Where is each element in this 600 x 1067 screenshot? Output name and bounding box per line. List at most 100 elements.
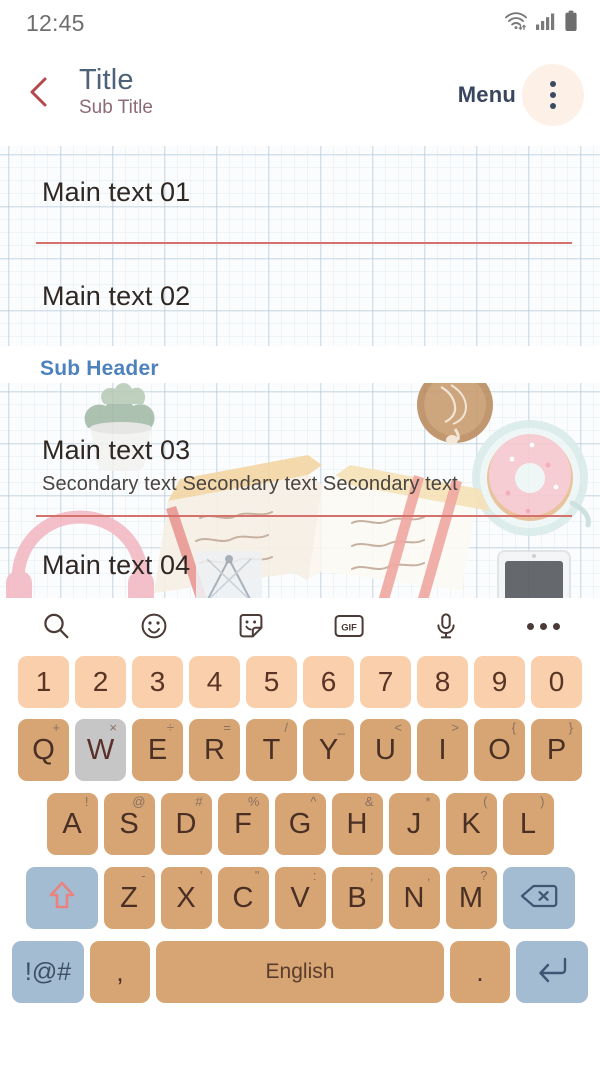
key-sup: × xyxy=(109,720,117,735)
gif-icon[interactable]: GIF xyxy=(327,604,371,648)
key-v[interactable]: :V xyxy=(274,867,326,929)
key-sup: + xyxy=(52,720,60,735)
keyboard: GIF 1 2 3 4 5 6 7 8 9 0 + Q × W ÷ E = R … xyxy=(0,598,600,1067)
key-r[interactable]: = R xyxy=(189,719,240,781)
backspace-key[interactable] xyxy=(502,867,575,929)
list-item[interactable]: Main text 01 xyxy=(42,177,190,208)
key-label: O xyxy=(488,733,511,766)
key-h[interactable]: & H xyxy=(331,793,383,855)
key-label: V xyxy=(290,881,310,914)
key-q[interactable]: + Q xyxy=(18,719,69,781)
shift-icon xyxy=(46,879,78,918)
key-i[interactable]: > I xyxy=(417,719,468,781)
key-number[interactable]: 2 xyxy=(75,656,126,708)
key-number[interactable]: 6 xyxy=(303,656,354,708)
battery-icon xyxy=(564,10,578,37)
key-label: F xyxy=(234,807,252,840)
space-key[interactable]: English xyxy=(156,941,444,1003)
key-o[interactable]: {O xyxy=(474,719,525,781)
symbols-key[interactable]: !@# xyxy=(12,941,84,1003)
key-label: P xyxy=(546,733,567,766)
key-number[interactable]: 5 xyxy=(246,656,297,708)
phone-screen: 12: 45 Title Sub Title Menu Main text 01 … xyxy=(0,0,600,1067)
key-number[interactable]: 0 xyxy=(531,656,582,708)
menu-button[interactable]: Menu xyxy=(458,82,516,108)
emoji-icon[interactable] xyxy=(132,604,176,648)
key-t[interactable]: / T xyxy=(246,719,297,781)
search-icon[interactable] xyxy=(34,604,78,648)
key-label: G xyxy=(288,807,312,840)
status-time: 12:45 xyxy=(26,9,85,36)
overflow-menu-button[interactable] xyxy=(522,64,584,126)
list-item[interactable]: Main text 04 xyxy=(42,550,190,581)
key-x[interactable]: ' X xyxy=(160,867,212,929)
key-sup: ) xyxy=(540,794,545,809)
comma-key[interactable]: , xyxy=(90,941,150,1003)
page-subtitle: Sub Title xyxy=(79,97,153,119)
key-label: Q xyxy=(32,733,55,766)
key-g[interactable]: ^ G xyxy=(274,793,326,855)
key-f[interactable]: % F xyxy=(217,793,269,855)
shift-key[interactable] xyxy=(25,867,98,929)
key-z[interactable]: -Z xyxy=(103,867,155,929)
key-n[interactable]: ,N xyxy=(388,867,440,929)
key-sup: ( xyxy=(483,794,488,809)
key-sup: = xyxy=(223,720,231,735)
key-a[interactable]: ! A xyxy=(46,793,98,855)
sticker-icon[interactable] xyxy=(229,604,273,648)
key-label: K xyxy=(461,807,481,840)
list-item[interactable]: Main text 03 xyxy=(42,435,190,466)
key-number[interactable]: 1 xyxy=(18,656,69,708)
status-bar: 12:45 xyxy=(0,0,600,46)
key-l[interactable]: ) L xyxy=(502,793,554,855)
key-p[interactable]: } P xyxy=(531,719,582,781)
key-b[interactable]: ; B xyxy=(331,867,383,929)
key-number[interactable]: 3 xyxy=(132,656,183,708)
keyboard-row-2: ! A @ S # D % F ^ G & H * J (K ) L xyxy=(0,793,600,855)
key-number[interactable]: 8 xyxy=(417,656,468,708)
microphone-icon[interactable] xyxy=(424,604,468,648)
key-number[interactable]: 4 xyxy=(189,656,240,708)
list-section-2: Main text 03 Secondary text Secondary te… xyxy=(0,367,600,598)
cellular-signal-icon xyxy=(535,11,557,36)
keyboard-row-1: + Q × W ÷ E = R / T _ Y < U > I {O } P xyxy=(0,719,600,781)
key-sup: > xyxy=(451,720,459,735)
key-w[interactable]: × W xyxy=(75,719,126,781)
key-c[interactable]: " C xyxy=(217,867,269,929)
key-s[interactable]: @ S xyxy=(103,793,155,855)
key-u[interactable]: < U xyxy=(360,719,411,781)
key-sup: { xyxy=(511,720,516,735)
keyboard-toolbar: GIF xyxy=(0,598,600,654)
key-sup: } xyxy=(568,720,573,735)
key-label: W xyxy=(86,733,115,766)
key-sup: ^ xyxy=(310,794,317,809)
title-group: Title Sub Title xyxy=(79,64,153,120)
sub-header: Sub Header xyxy=(40,357,159,380)
key-label: D xyxy=(175,807,197,840)
period-key[interactable]: . xyxy=(450,941,510,1003)
key-d[interactable]: # D xyxy=(160,793,212,855)
app-bar: Title Sub Title Menu xyxy=(0,46,600,146)
key-label: U xyxy=(375,733,396,766)
key-number[interactable]: 9 xyxy=(474,656,525,708)
key-number[interactable]: 7 xyxy=(360,656,411,708)
key-y[interactable]: _ Y xyxy=(303,719,354,781)
key-sup: * xyxy=(425,794,431,809)
key-sup: & xyxy=(364,794,374,809)
key-label: X xyxy=(176,881,196,914)
key-label: I xyxy=(438,733,447,766)
more-horizontal-icon[interactable] xyxy=(522,604,566,648)
key-sup: @ xyxy=(132,794,146,809)
key-j[interactable]: * J xyxy=(388,793,440,855)
key-e[interactable]: ÷ E xyxy=(132,719,183,781)
key-sup: % xyxy=(247,794,260,809)
key-sup: : xyxy=(312,868,317,883)
status-icons xyxy=(504,10,578,37)
list-item[interactable]: Main text 02 xyxy=(42,281,190,312)
key-k[interactable]: (K xyxy=(445,793,497,855)
key-sup: _ xyxy=(337,720,345,735)
list-divider xyxy=(36,515,572,517)
back-button[interactable] xyxy=(26,76,52,108)
enter-key[interactable] xyxy=(516,941,588,1003)
key-m[interactable]: ? M xyxy=(445,867,497,929)
